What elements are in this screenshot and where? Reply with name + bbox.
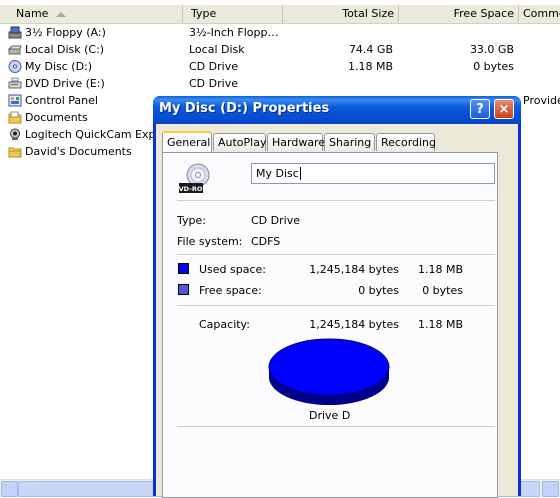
control-panel-icon	[8, 94, 22, 107]
sort-ascending-icon	[56, 11, 67, 17]
folder-icon	[8, 111, 22, 124]
column-header-type-label: Type	[191, 7, 217, 20]
used-space-color-swatch	[178, 263, 189, 274]
column-header-comments-label: Comme	[523, 7, 560, 20]
text-cursor	[299, 167, 301, 180]
free-space-size: 0 bytes	[422, 284, 463, 297]
separator	[177, 305, 495, 307]
dvd-drive-icon	[8, 77, 22, 89]
column-header-total-size-label: Total Size	[342, 7, 394, 20]
file-system-label: File system:	[177, 235, 243, 248]
used-space-bytes: 1,245,184 bytes	[309, 263, 399, 276]
column-header-total-size[interactable]: Total Size	[283, 5, 399, 23]
drive-caption: Drive D	[309, 409, 351, 422]
tab-autoplay[interactable]: AutoPlay	[213, 133, 266, 151]
dvd-rom-icon-label: DVD-ROM	[178, 185, 209, 193]
item-name: Control Panel	[25, 94, 98, 107]
item-name: Logitech QuickCam Expres	[25, 128, 153, 141]
item-name: My Disc (D:)	[25, 60, 93, 73]
file-system-value: CDFS	[251, 235, 281, 248]
capacity-size: 1.18 MB	[417, 318, 463, 331]
tab-hardware[interactable]: Hardware	[267, 133, 326, 151]
item-name: DVD Drive (E:)	[25, 77, 105, 90]
item-type: CD Drive	[189, 77, 238, 90]
column-header-comments[interactable]: Comme	[519, 5, 560, 23]
separator	[177, 200, 495, 202]
webcam-icon	[10, 128, 20, 140]
item-total-size: 1.18 MB	[347, 60, 393, 73]
tab-general[interactable]: General	[162, 131, 212, 152]
item-free-space: 33.0 GB	[469, 43, 514, 56]
dialog-client-area: General AutoPlay Hardware Sharing Record…	[156, 124, 518, 498]
tab-general-label: General	[167, 136, 211, 149]
dvd-rom-drive-icon: DVD-ROM	[178, 163, 210, 193]
separator	[177, 426, 495, 428]
type-label: Type:	[177, 214, 206, 227]
column-header-free-space-label: Free Space	[453, 7, 514, 20]
drive-name-input[interactable]: My Disc	[251, 163, 495, 184]
close-icon: ×	[498, 102, 510, 117]
disk-usage-pie-chart	[268, 338, 390, 405]
list-item[interactable]: Local Disk (C:) Local Disk 74.4 GB 33.0 …	[0, 41, 560, 58]
pie-used-slice	[268, 338, 390, 396]
item-type: CD Drive	[189, 60, 238, 73]
list-item[interactable]: 3½ Floppy (A:) 3½-Inch Flopp…	[0, 24, 560, 41]
help-icon: ?	[476, 102, 484, 117]
tab-hardware-label: Hardware	[272, 136, 326, 149]
properties-dialog: My Disc (D:) Properties ? × General Auto…	[153, 96, 521, 498]
item-name: Local Disk (C:)	[25, 43, 105, 56]
hard-disk-icon	[8, 45, 22, 55]
item-free-space: 0 bytes	[473, 60, 514, 73]
column-header-free-space[interactable]: Free Space	[399, 5, 519, 23]
drive-name-value: My Disc	[256, 167, 299, 180]
free-space-label: Free space:	[199, 284, 262, 297]
list-item[interactable]: DVD Drive (E:) CD Drive	[0, 75, 560, 92]
tab-sharing-label: Sharing	[329, 136, 372, 149]
item-type: Local Disk	[189, 43, 245, 56]
help-button[interactable]: ?	[470, 99, 490, 119]
tab-recording[interactable]: Recording	[376, 133, 437, 151]
close-button[interactable]: ×	[494, 99, 514, 119]
tab-recording-label: Recording	[381, 136, 437, 149]
item-name: 3½ Floppy (A:)	[25, 26, 106, 39]
dialog-title: My Disc (D:) Properties	[159, 101, 330, 116]
general-tab-panel: DVD-ROM My Disc Type: CD Drive File syst…	[162, 152, 498, 498]
tab-sharing[interactable]: Sharing	[324, 133, 375, 151]
column-header-type[interactable]: Type	[183, 5, 283, 23]
type-value: CD Drive	[251, 214, 300, 227]
item-name: David's Documents	[25, 145, 132, 158]
column-header-name[interactable]: Name	[0, 5, 183, 23]
floppy-drive-icon	[8, 26, 22, 39]
folder-icon	[8, 147, 22, 158]
free-space-bytes: 0 bytes	[358, 284, 399, 297]
cd-drive-icon	[8, 60, 22, 73]
capacity-bytes: 1,245,184 bytes	[309, 318, 399, 331]
scroll-right-button[interactable]	[542, 481, 559, 497]
dialog-title-bar[interactable]: My Disc (D:) Properties ? ×	[153, 96, 521, 124]
item-total-size: 74.4 GB	[348, 43, 393, 56]
separator	[177, 254, 495, 256]
tab-autoplay-label: AutoPlay	[218, 136, 267, 149]
column-header-name-label: Name	[16, 7, 49, 20]
used-space-label: Used space:	[199, 263, 267, 276]
capacity-label: Capacity:	[199, 318, 250, 331]
item-type: 3½-Inch Flopp…	[189, 26, 279, 39]
item-comment: Provide	[523, 94, 560, 107]
scroll-left-button[interactable]	[1, 481, 18, 497]
free-space-color-swatch	[178, 284, 189, 295]
used-space-size: 1.18 MB	[417, 263, 463, 276]
list-item[interactable]: My Disc (D:) CD Drive 1.18 MB 0 bytes	[0, 58, 560, 75]
column-header-bar: Name Type Total Size Free Space Comme	[0, 5, 560, 24]
item-name: Documents	[25, 111, 88, 124]
